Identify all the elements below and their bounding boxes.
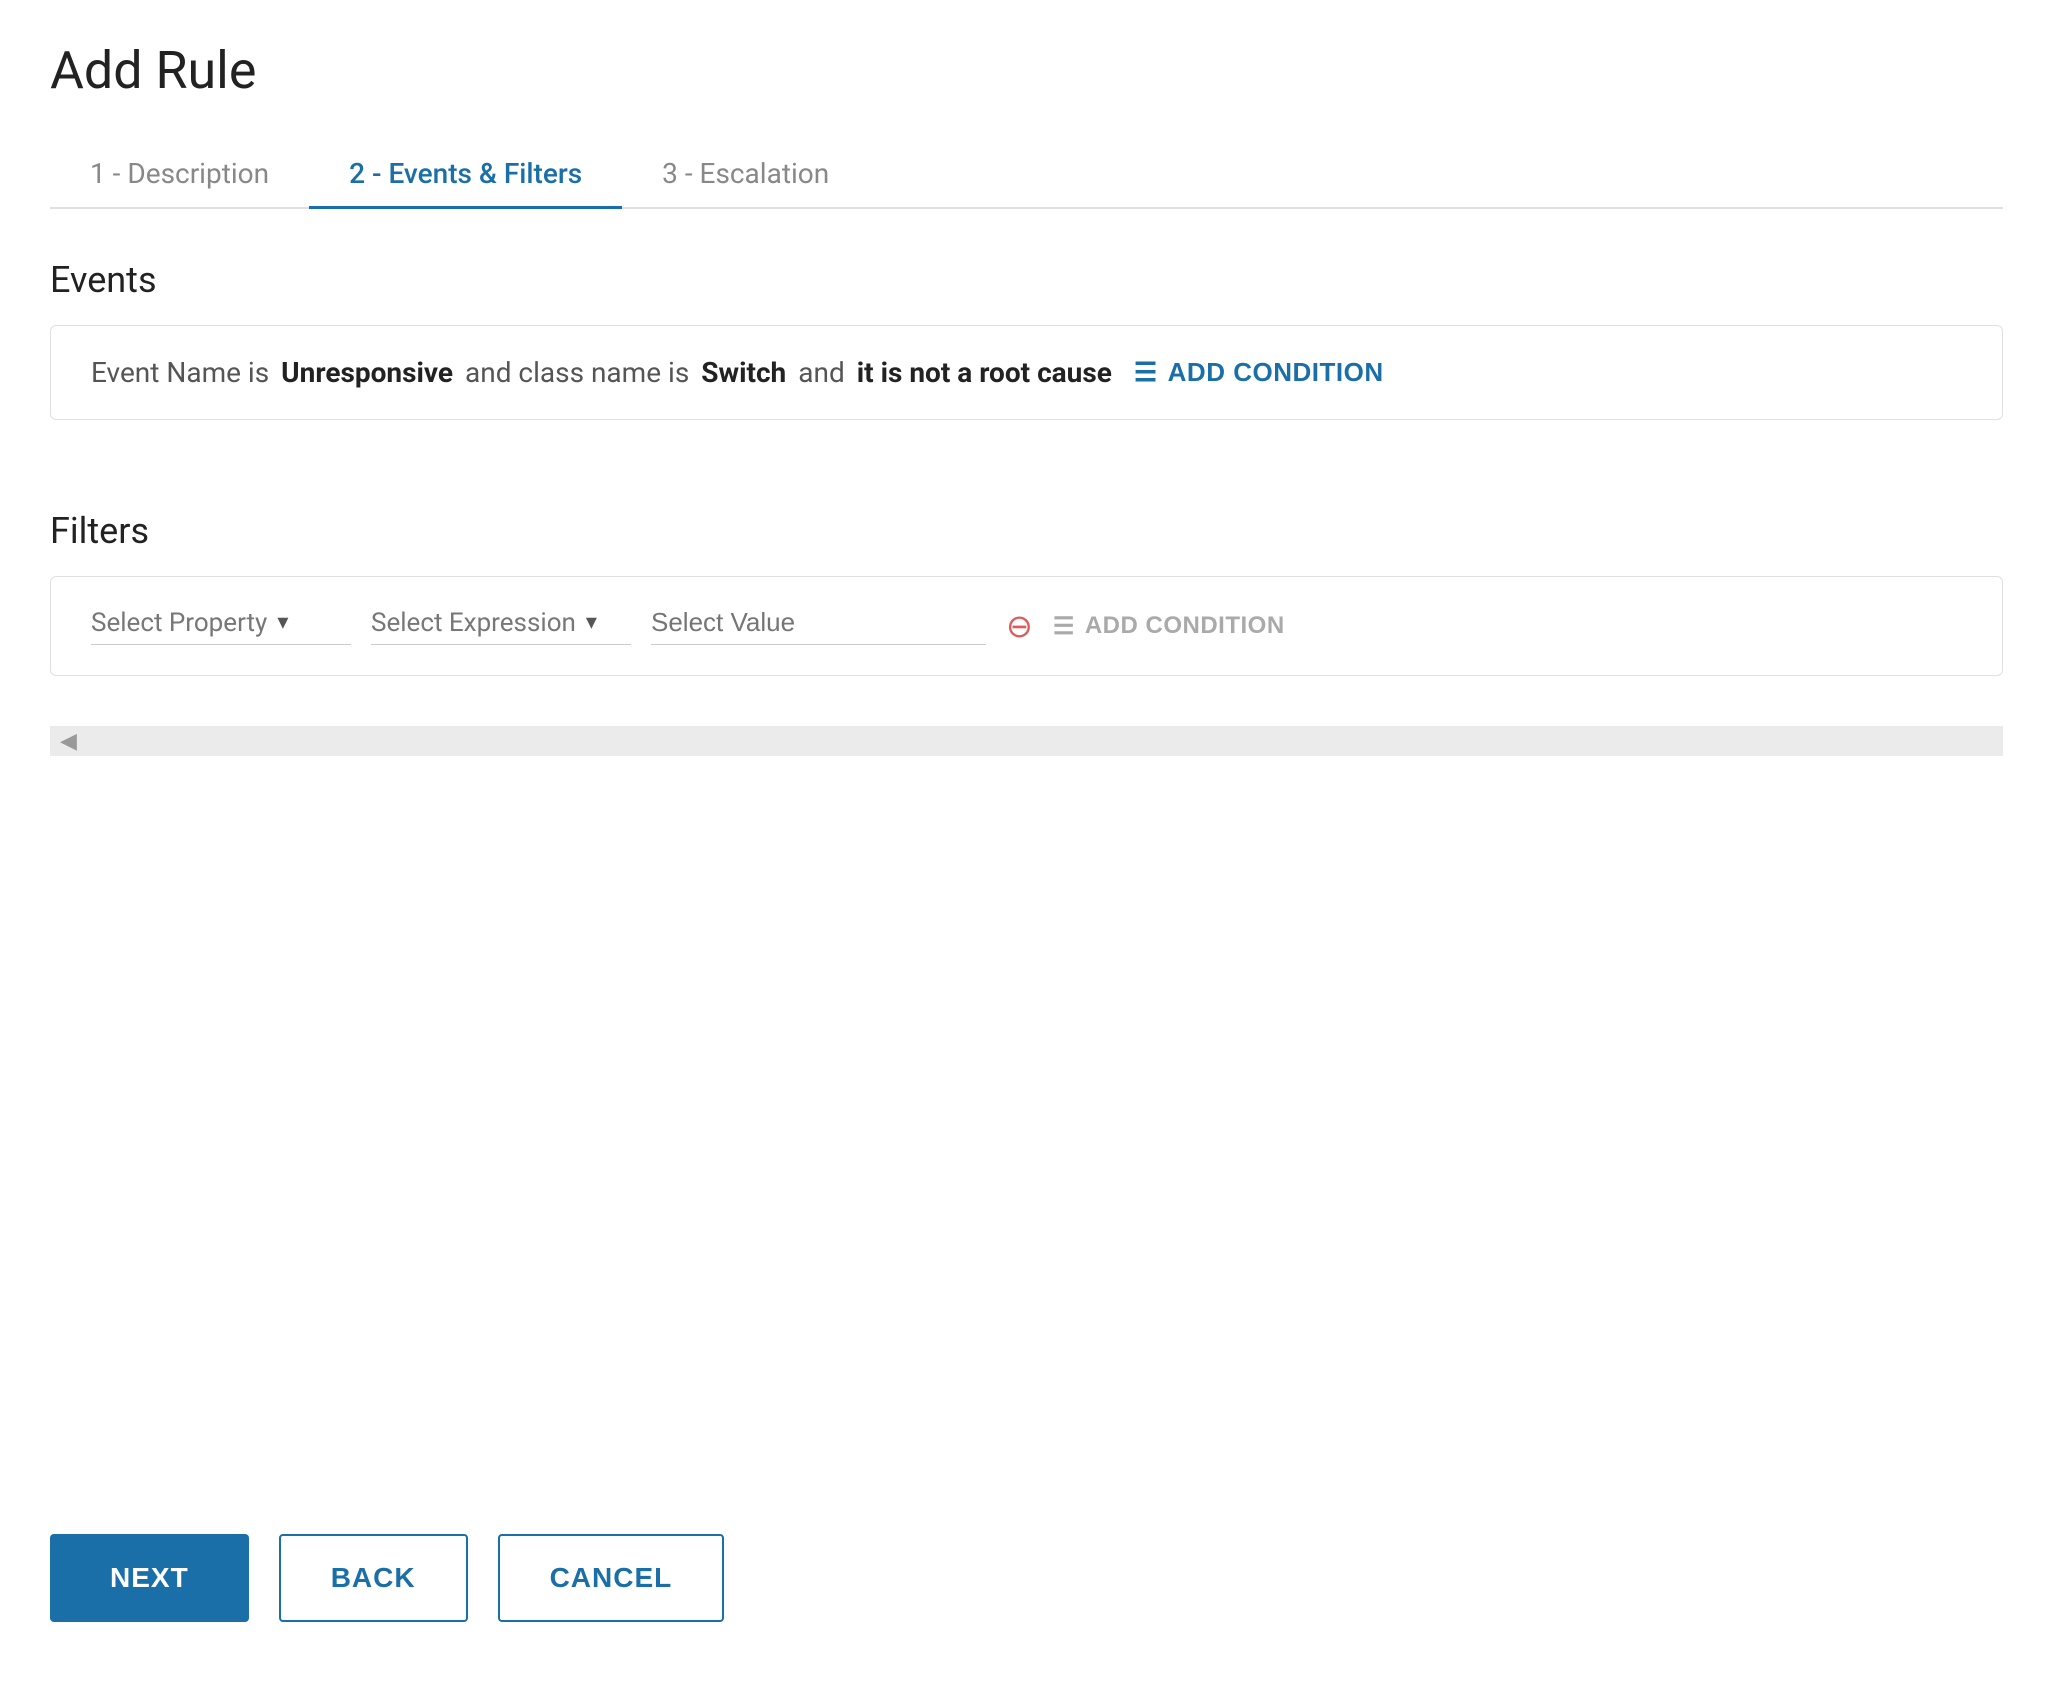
- page-title: Add Rule: [50, 40, 2003, 101]
- tab-escalation[interactable]: 3 - Escalation: [622, 141, 869, 209]
- select-property-label: Select Property: [91, 608, 267, 638]
- filters-add-condition-button[interactable]: ☰ ADD CONDITION: [1053, 612, 1285, 641]
- events-add-condition-label: ADD CONDITION: [1168, 357, 1384, 388]
- filters-section: Filters Select Property ▾ Select Express…: [50, 510, 2003, 676]
- back-button[interactable]: BACK: [279, 1534, 468, 1622]
- select-expression-dropdown[interactable]: Select Expression ▾: [371, 608, 631, 645]
- event-condition-2-value: Switch: [701, 356, 786, 389]
- select-property-chevron-icon: ▾: [277, 610, 288, 635]
- select-expression-chevron-icon: ▾: [586, 610, 597, 635]
- scroll-left-arrow-icon: ◀: [60, 729, 77, 754]
- event-condition-2-prefix: and class name is: [465, 356, 689, 389]
- add-condition-icon: ☰: [1134, 357, 1158, 388]
- select-value-input[interactable]: [651, 607, 986, 645]
- tab-events-filters[interactable]: 2 - Events & Filters: [309, 141, 622, 209]
- scroll-hint-bar: ◀: [50, 726, 2003, 756]
- tab-description[interactable]: 1 - Description: [50, 141, 309, 209]
- event-condition-3-value: it is not a root cause: [857, 356, 1112, 389]
- select-expression-label: Select Expression: [371, 608, 576, 638]
- filters-add-condition-label: ADD CONDITION: [1085, 612, 1285, 640]
- filter-add-condition-icon: ☰: [1053, 612, 1075, 641]
- filters-section-title: Filters: [50, 510, 2003, 552]
- tabs-nav: 1 - Description 2 - Events & Filters 3 -…: [50, 141, 2003, 209]
- events-panel: Event Name is Unresponsive and class nam…: [50, 325, 2003, 420]
- select-property-dropdown[interactable]: Select Property ▾: [91, 608, 351, 645]
- remove-condition-button[interactable]: ⊖: [1006, 607, 1033, 645]
- event-condition-1-value: Unresponsive: [281, 356, 453, 389]
- event-condition-3-prefix: and: [798, 356, 844, 389]
- event-condition-1-prefix: Event Name is: [91, 356, 269, 389]
- events-section: Events Event Name is Unresponsive and cl…: [50, 259, 2003, 470]
- events-add-condition-button[interactable]: ☰ ADD CONDITION: [1134, 357, 1384, 388]
- events-section-title: Events: [50, 259, 2003, 301]
- content-spacer: [50, 756, 2003, 1494]
- cancel-button[interactable]: CANCEL: [498, 1534, 725, 1622]
- remove-circle-icon: ⊖: [1006, 607, 1033, 645]
- filters-panel: Select Property ▾ Select Expression ▾ ⊖ …: [50, 576, 2003, 676]
- next-button[interactable]: NEXT: [50, 1534, 249, 1622]
- bottom-buttons-bar: NEXT BACK CANCEL: [50, 1494, 2003, 1622]
